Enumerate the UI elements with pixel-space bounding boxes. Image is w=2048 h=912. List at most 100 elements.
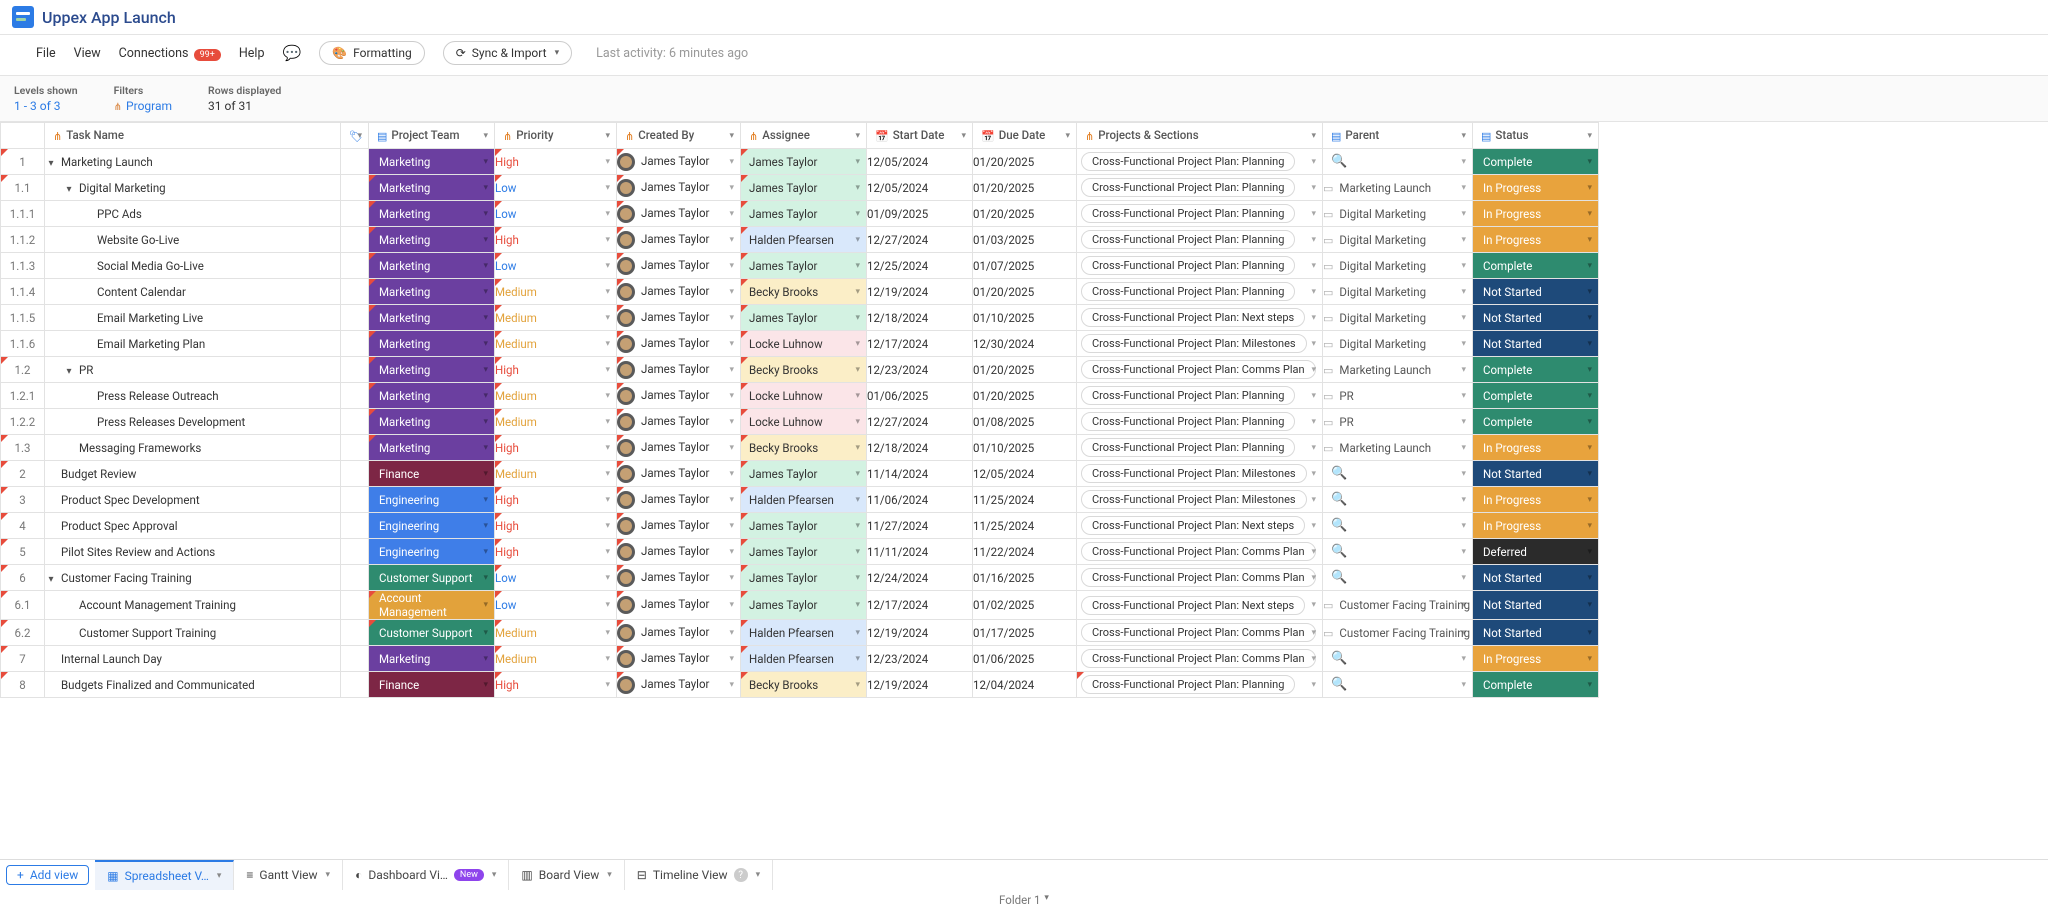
tag-cell[interactable] bbox=[341, 435, 369, 461]
assignee-cell[interactable]: Becky Brooks bbox=[741, 672, 867, 698]
status-cell[interactable]: In Progress bbox=[1473, 175, 1599, 201]
assignee-cell[interactable]: James Taylor bbox=[741, 175, 867, 201]
task-cell[interactable]: ▾Marketing Launch bbox=[45, 149, 341, 175]
task-cell[interactable]: Email Marketing Live bbox=[45, 305, 341, 331]
duedate-cell[interactable]: 12/05/2024 bbox=[973, 461, 1077, 487]
priority-cell[interactable]: Low bbox=[495, 591, 617, 620]
priority-cell[interactable]: Low bbox=[495, 565, 617, 591]
status-cell[interactable]: Not Started bbox=[1473, 461, 1599, 487]
status-cell[interactable]: Not Started bbox=[1473, 279, 1599, 305]
duedate-cell[interactable]: 11/22/2024 bbox=[973, 539, 1077, 565]
status-cell[interactable]: Complete bbox=[1473, 409, 1599, 435]
parent-cell[interactable]: ▭Digital Marketing bbox=[1323, 253, 1473, 279]
priority-cell[interactable]: Medium bbox=[495, 331, 617, 357]
task-cell[interactable]: PPC Ads bbox=[45, 201, 341, 227]
projects-cell[interactable]: Cross-Functional Project Plan: Next step… bbox=[1077, 591, 1323, 620]
table-row[interactable]: 7Internal Launch DayMarketingMediumJames… bbox=[1, 646, 1599, 672]
startdate-cell[interactable]: 12/19/2024 bbox=[867, 279, 973, 305]
projects-cell[interactable]: Cross-Functional Project Plan: Planning bbox=[1077, 149, 1323, 175]
task-cell[interactable]: Product Spec Development bbox=[45, 487, 341, 513]
team-cell[interactable]: Marketing bbox=[369, 227, 495, 253]
table-row[interactable]: 4Product Spec ApprovalEngineeringHighJam… bbox=[1, 513, 1599, 539]
startdate-cell[interactable]: 12/05/2024 bbox=[867, 149, 973, 175]
tag-cell[interactable] bbox=[341, 331, 369, 357]
priority-cell[interactable]: Medium bbox=[495, 620, 617, 646]
assignee-cell[interactable]: James Taylor bbox=[741, 253, 867, 279]
task-cell[interactable]: Website Go-Live bbox=[45, 227, 341, 253]
assignee-cell[interactable]: Locke Luhnow bbox=[741, 409, 867, 435]
duedate-cell[interactable]: 01/10/2025 bbox=[973, 435, 1077, 461]
startdate-cell[interactable]: 12/27/2024 bbox=[867, 227, 973, 253]
team-cell[interactable]: Marketing bbox=[369, 383, 495, 409]
tag-cell[interactable] bbox=[341, 279, 369, 305]
parent-cell[interactable]: ▭Digital Marketing bbox=[1323, 227, 1473, 253]
createdby-cell[interactable]: James Taylor bbox=[617, 487, 741, 513]
createdby-cell[interactable]: James Taylor bbox=[617, 409, 741, 435]
tag-cell[interactable] bbox=[341, 357, 369, 383]
team-cell[interactable]: Engineering bbox=[369, 539, 495, 565]
createdby-cell[interactable]: James Taylor bbox=[617, 565, 741, 591]
col-due-date[interactable]: 📅Due Date▾ bbox=[973, 123, 1077, 149]
duedate-cell[interactable]: 11/25/2024 bbox=[973, 513, 1077, 539]
assignee-cell[interactable]: James Taylor bbox=[741, 539, 867, 565]
status-cell[interactable]: In Progress bbox=[1473, 201, 1599, 227]
col-priority[interactable]: ⋔Priority▾ bbox=[495, 123, 617, 149]
assignee-cell[interactable]: Locke Luhnow bbox=[741, 383, 867, 409]
task-cell[interactable]: Press Releases Development bbox=[45, 409, 341, 435]
assignee-cell[interactable]: Becky Brooks bbox=[741, 279, 867, 305]
createdby-cell[interactable]: James Taylor bbox=[617, 591, 741, 620]
parent-cell[interactable]: ▭Customer Facing Training bbox=[1323, 620, 1473, 646]
menu-view[interactable]: View bbox=[74, 46, 101, 61]
assignee-cell[interactable]: Becky Brooks bbox=[741, 435, 867, 461]
tag-cell[interactable] bbox=[341, 149, 369, 175]
duedate-cell[interactable]: 12/04/2024 bbox=[973, 672, 1077, 698]
assignee-cell[interactable]: James Taylor bbox=[741, 565, 867, 591]
createdby-cell[interactable]: James Taylor bbox=[617, 357, 741, 383]
startdate-cell[interactable]: 12/18/2024 bbox=[867, 305, 973, 331]
search-icon[interactable]: 🔍 bbox=[1323, 154, 1347, 169]
status-cell[interactable]: Not Started bbox=[1473, 565, 1599, 591]
menu-help[interactable]: Help bbox=[239, 46, 265, 61]
table-row[interactable]: 8Budgets Finalized and CommunicatedFinan… bbox=[1, 672, 1599, 698]
assignee-cell[interactable]: James Taylor bbox=[741, 461, 867, 487]
status-cell[interactable]: Complete bbox=[1473, 253, 1599, 279]
duedate-cell[interactable]: 01/20/2025 bbox=[973, 279, 1077, 305]
createdby-cell[interactable]: James Taylor bbox=[617, 149, 741, 175]
parent-cell[interactable]: 🔍 bbox=[1323, 513, 1473, 539]
status-cell[interactable]: In Progress bbox=[1473, 646, 1599, 672]
projects-cell[interactable]: Cross-Functional Project Plan: Next step… bbox=[1077, 305, 1323, 331]
startdate-cell[interactable]: 12/24/2024 bbox=[867, 565, 973, 591]
createdby-cell[interactable]: James Taylor bbox=[617, 253, 741, 279]
tab-board[interactable]: ▥Board View▾ bbox=[509, 860, 624, 890]
priority-cell[interactable]: Low bbox=[495, 201, 617, 227]
status-cell[interactable]: Complete bbox=[1473, 383, 1599, 409]
priority-cell[interactable]: High bbox=[495, 487, 617, 513]
assignee-cell[interactable]: Halden Pfearsen bbox=[741, 646, 867, 672]
parent-cell[interactable]: ▭Marketing Launch bbox=[1323, 175, 1473, 201]
col-task-name[interactable]: ⋔Task Name bbox=[45, 123, 341, 149]
duedate-cell[interactable]: 01/17/2025 bbox=[973, 620, 1077, 646]
startdate-cell[interactable]: 12/05/2024 bbox=[867, 175, 973, 201]
startdate-cell[interactable]: 12/18/2024 bbox=[867, 435, 973, 461]
projects-cell[interactable]: Cross-Functional Project Plan: Planning bbox=[1077, 672, 1323, 698]
startdate-cell[interactable]: 11/06/2024 bbox=[867, 487, 973, 513]
table-row[interactable]: 1.2.1Press Release OutreachMarketingMedi… bbox=[1, 383, 1599, 409]
assignee-cell[interactable]: James Taylor bbox=[741, 149, 867, 175]
createdby-cell[interactable]: James Taylor bbox=[617, 513, 741, 539]
team-cell[interactable]: Account Management bbox=[369, 591, 495, 620]
add-view-button[interactable]: +Add view bbox=[6, 865, 89, 885]
status-cell[interactable]: Not Started bbox=[1473, 620, 1599, 646]
table-row[interactable]: 1.1.6Email Marketing PlanMarketingMedium… bbox=[1, 331, 1599, 357]
task-cell[interactable]: Product Spec Approval bbox=[45, 513, 341, 539]
parent-cell[interactable]: ▭PR bbox=[1323, 383, 1473, 409]
startdate-cell[interactable]: 11/11/2024 bbox=[867, 539, 973, 565]
createdby-cell[interactable]: James Taylor bbox=[617, 539, 741, 565]
tag-cell[interactable] bbox=[341, 461, 369, 487]
projects-cell[interactable]: Cross-Functional Project Plan: Milestone… bbox=[1077, 461, 1323, 487]
createdby-cell[interactable]: James Taylor bbox=[617, 461, 741, 487]
task-cell[interactable]: Internal Launch Day bbox=[45, 646, 341, 672]
col-project-team[interactable]: ▤Project Team▾ bbox=[369, 123, 495, 149]
team-cell[interactable]: Finance bbox=[369, 461, 495, 487]
startdate-cell[interactable]: 12/17/2024 bbox=[867, 591, 973, 620]
task-cell[interactable]: Customer Support Training bbox=[45, 620, 341, 646]
